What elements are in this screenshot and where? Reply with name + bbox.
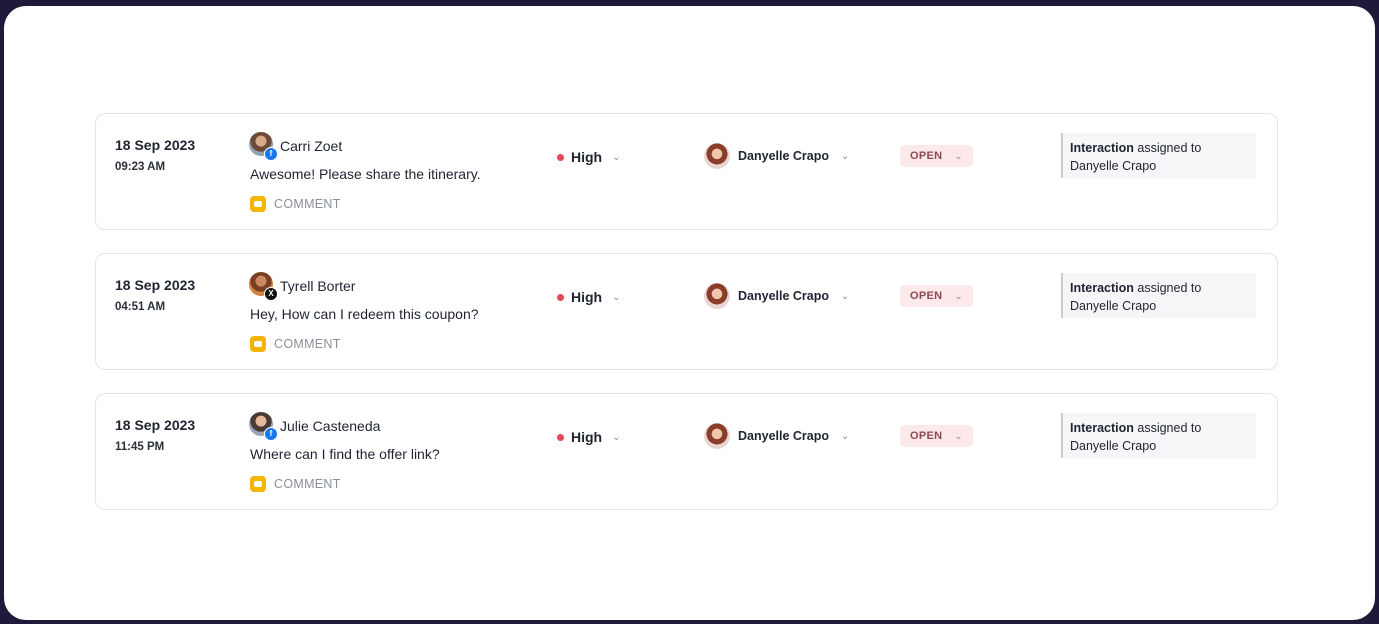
chevron-down-icon: ⌄ — [954, 150, 963, 162]
activity-target: Danyelle Crapo — [1070, 299, 1157, 313]
priority-dropdown[interactable]: High ⌄ — [557, 149, 621, 165]
assignee-avatar — [704, 423, 730, 449]
interaction-list: 18 Sep 2023 09:23 AM f Carri Zoet Awesom… — [95, 113, 1278, 533]
activity-subject: Interaction — [1070, 141, 1134, 155]
assignee-dropdown[interactable]: Danyelle Crapo ⌄ — [704, 283, 849, 309]
comment-icon — [250, 336, 266, 352]
customer-name[interactable]: Tyrell Borter — [280, 278, 355, 294]
customer-avatar[interactable]: X — [249, 272, 278, 301]
interaction-time: 09:23 AM — [115, 161, 166, 173]
comment-icon — [250, 476, 266, 492]
status-label: OPEN — [910, 430, 943, 442]
status-dropdown[interactable]: OPEN ⌄ — [900, 425, 973, 447]
assignee-name: Danyelle Crapo — [738, 149, 830, 163]
interaction-date: 18 Sep 2023 — [115, 417, 196, 433]
facebook-icon: f — [264, 427, 278, 441]
interaction-type: COMMENT — [250, 336, 341, 352]
assignee-avatar — [704, 143, 730, 169]
interaction-message[interactable]: Hey, How can I redeem this coupon? — [250, 306, 479, 322]
chevron-down-icon: ⌄ — [841, 430, 850, 442]
priority-label: High — [571, 289, 603, 305]
interaction-date: 18 Sep 2023 — [115, 277, 196, 293]
interaction-row[interactable]: 18 Sep 2023 09:23 AM f Carri Zoet Awesom… — [95, 113, 1278, 230]
status-label: OPEN — [910, 290, 943, 302]
chevron-down-icon: ⌄ — [612, 291, 621, 303]
priority-dot-icon — [557, 433, 564, 441]
interaction-message[interactable]: Where can I find the offer link? — [250, 446, 440, 462]
activity-action: assigned to — [1133, 421, 1202, 435]
customer-name[interactable]: Julie Casteneda — [280, 418, 380, 434]
activity-note: Interaction assigned to Danyelle Crapo — [1061, 133, 1256, 178]
interactions-panel: 18 Sep 2023 09:23 AM f Carri Zoet Awesom… — [4, 6, 1375, 620]
interaction-type-label: COMMENT — [274, 477, 341, 491]
activity-subject: Interaction — [1070, 421, 1134, 435]
priority-dot-icon — [557, 293, 564, 301]
status-dropdown[interactable]: OPEN ⌄ — [900, 285, 973, 307]
activity-action: assigned to — [1133, 141, 1202, 155]
activity-subject: Interaction — [1070, 281, 1134, 295]
interaction-message[interactable]: Awesome! Please share the itinerary. — [250, 166, 481, 182]
activity-note: Interaction assigned to Danyelle Crapo — [1061, 273, 1256, 318]
priority-dropdown[interactable]: High ⌄ — [557, 289, 621, 305]
interaction-type-label: COMMENT — [274, 197, 341, 211]
comment-icon — [250, 196, 266, 212]
assignee-name: Danyelle Crapo — [738, 429, 830, 443]
customer-name[interactable]: Carri Zoet — [280, 138, 342, 154]
priority-label: High — [571, 149, 603, 165]
interaction-date: 18 Sep 2023 — [115, 137, 196, 153]
x-icon: X — [264, 287, 278, 301]
interaction-time: 11:45 PM — [115, 441, 165, 453]
interaction-type-label: COMMENT — [274, 337, 341, 351]
chevron-down-icon: ⌄ — [954, 290, 963, 302]
activity-target: Danyelle Crapo — [1070, 159, 1157, 173]
assignee-avatar — [704, 283, 730, 309]
interaction-row[interactable]: 18 Sep 2023 11:45 PM f Julie Casteneda W… — [95, 393, 1278, 510]
status-label: OPEN — [910, 150, 943, 162]
chevron-down-icon: ⌄ — [841, 290, 850, 302]
assignee-dropdown[interactable]: Danyelle Crapo ⌄ — [704, 423, 849, 449]
customer-avatar[interactable]: f — [249, 412, 278, 441]
chevron-down-icon: ⌄ — [954, 430, 963, 442]
facebook-icon: f — [264, 147, 278, 161]
priority-label: High — [571, 429, 603, 445]
activity-note: Interaction assigned to Danyelle Crapo — [1061, 413, 1256, 458]
priority-dot-icon — [557, 153, 564, 161]
interaction-type: COMMENT — [250, 476, 341, 492]
customer-avatar[interactable]: f — [249, 132, 278, 161]
interaction-time: 04:51 AM — [115, 301, 166, 313]
status-dropdown[interactable]: OPEN ⌄ — [900, 145, 973, 167]
chevron-down-icon: ⌄ — [612, 151, 621, 163]
chevron-down-icon: ⌄ — [841, 150, 850, 162]
chevron-down-icon: ⌄ — [612, 431, 621, 443]
interaction-type: COMMENT — [250, 196, 341, 212]
assignee-dropdown[interactable]: Danyelle Crapo ⌄ — [704, 143, 849, 169]
activity-action: assigned to — [1133, 281, 1202, 295]
assignee-name: Danyelle Crapo — [738, 289, 830, 303]
priority-dropdown[interactable]: High ⌄ — [557, 429, 621, 445]
interaction-row[interactable]: 18 Sep 2023 04:51 AM X Tyrell Borter Hey… — [95, 253, 1278, 370]
activity-target: Danyelle Crapo — [1070, 439, 1157, 453]
